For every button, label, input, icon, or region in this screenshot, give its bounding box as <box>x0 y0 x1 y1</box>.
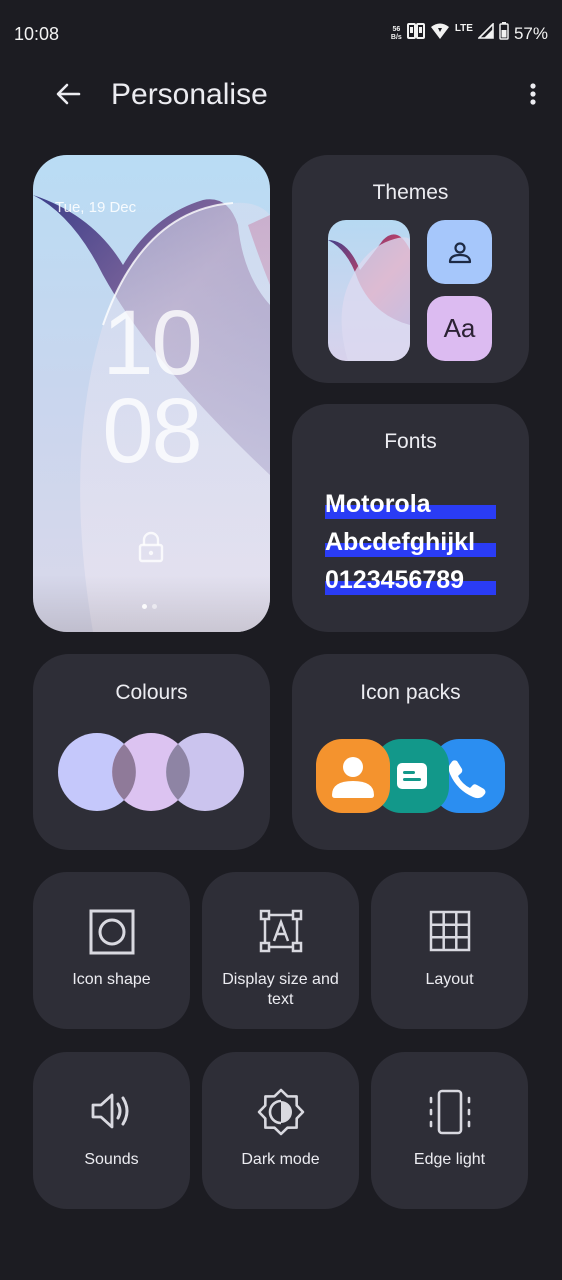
net-speed-unit: B/s <box>390 33 402 41</box>
tile-display-size[interactable]: Display size and text <box>202 872 359 1029</box>
more-vert-icon <box>529 82 537 111</box>
person-icon <box>447 239 473 270</box>
icon-shape-icon <box>88 908 136 961</box>
volume-icon <box>90 1090 134 1137</box>
wallpaper-preview[interactable]: Tue, 19 Dec 10 08 <box>33 155 270 632</box>
tile-sounds[interactable]: Sounds <box>33 1052 190 1209</box>
page-dot <box>152 604 157 609</box>
icon-packs-card[interactable]: Icon packs <box>292 654 529 850</box>
display-size-icon <box>259 909 303 958</box>
edge-light-icon <box>426 1088 474 1141</box>
status-time: 10:08 <box>14 24 60 44</box>
more-options-button[interactable] <box>510 72 556 120</box>
signal-icon <box>477 22 494 44</box>
icon-packs-title: Icon packs <box>360 681 461 704</box>
battery-percent: 57% <box>513 23 548 43</box>
status-icons: 56 B/s LTE 57% <box>391 22 548 45</box>
back-button[interactable] <box>44 72 92 120</box>
fonts-card[interactable]: Fonts Motorola Abcdefghijkl 0123456789 <box>292 404 529 632</box>
nfc-icon <box>406 22 425 45</box>
grid-layout-icon <box>429 910 471 957</box>
wallpaper-date: Tue, 19 Dec <box>55 199 137 216</box>
colour-swatches <box>58 733 244 811</box>
tile-label: Layout <box>425 971 474 988</box>
theme-wallpaper-thumb <box>328 220 410 361</box>
arrow-left-icon <box>55 82 81 111</box>
net-speed: 56 B/s <box>391 26 402 42</box>
fonts-title: Fonts <box>384 430 437 453</box>
contacts-icon <box>316 739 390 813</box>
font-sample-line: 0123456789 <box>325 566 465 594</box>
tile-label: Icon shape <box>72 971 151 988</box>
status-bar: 10:08 56 B/s LTE 57% <box>0 0 562 70</box>
tile-dark-mode[interactable]: Dark mode <box>202 1052 359 1209</box>
colours-card[interactable]: Colours <box>33 654 270 850</box>
network-type: LTE <box>454 23 473 34</box>
colours-title: Colours <box>115 681 188 704</box>
theme-font-swatch: Aa <box>427 296 492 361</box>
tile-label: Display size and text <box>222 971 339 1008</box>
wifi-icon <box>430 22 450 45</box>
net-speed-value: 56 <box>392 25 401 33</box>
page-dot-active <box>142 604 147 609</box>
wallpaper-clock-hour: 10 <box>102 292 202 394</box>
theme-avatar-swatch <box>427 220 492 284</box>
tile-icon-shape[interactable]: Icon shape <box>33 872 190 1029</box>
tile-label: Dark mode <box>241 1151 320 1168</box>
tile-label: Sounds <box>84 1151 139 1168</box>
font-sample-line: Abcdefghijkl <box>325 528 476 556</box>
tile-layout[interactable]: Layout <box>371 872 528 1029</box>
tile-label: Edge light <box>413 1151 486 1168</box>
battery-icon <box>499 22 509 45</box>
lock-icon <box>137 531 165 568</box>
themes-title: Themes <box>372 181 449 204</box>
font-sample-line: Motorola <box>325 490 431 518</box>
tile-edge-light[interactable]: Edge light <box>371 1052 528 1209</box>
page-title: Personalise <box>111 78 268 111</box>
themes-card[interactable]: Themes Aa <box>292 155 529 383</box>
wallpaper-clock-minute: 08 <box>102 380 202 482</box>
dark-mode-icon <box>256 1087 306 1142</box>
wallpaper-page-indicator <box>142 604 157 609</box>
